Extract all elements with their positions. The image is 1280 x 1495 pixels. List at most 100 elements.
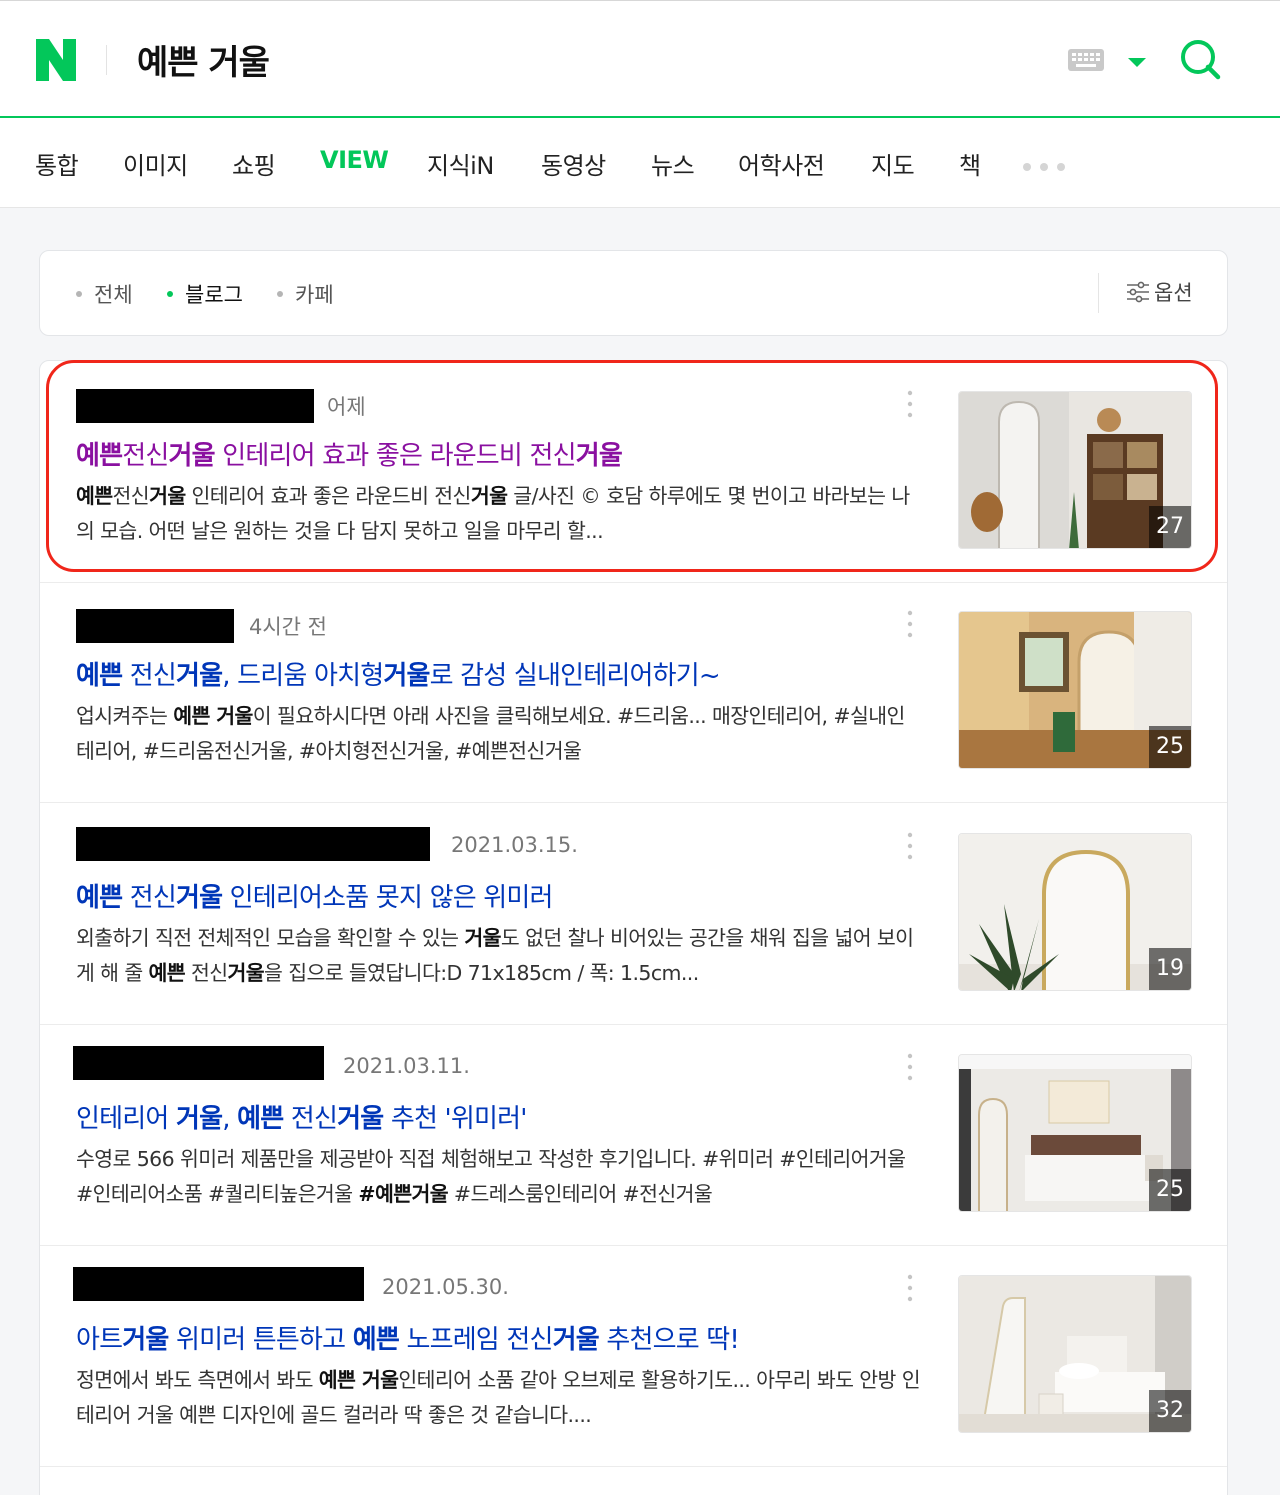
search-query[interactable]: 예쁜 거울: [137, 35, 270, 84]
keyword-highlight: 예쁜: [352, 1325, 400, 1355]
text-segment: 전신: [112, 484, 150, 508]
kebab-menu-icon[interactable]: [906, 1273, 914, 1303]
keyword-highlight: 예쁜 거울: [318, 1368, 399, 1392]
keyword-highlight: 거울: [575, 441, 623, 471]
sliders-icon: [1127, 281, 1149, 303]
keyword-highlight: 거울: [552, 1325, 600, 1355]
result-thumbnail[interactable]: 27: [958, 391, 1192, 549]
text-segment: 을 집으로 들였답니다:D 71x185cm / 폭: 1.5cm...: [264, 961, 699, 985]
tab-knowledge-in[interactable]: 지식iN: [427, 146, 494, 181]
result-thumbnail[interactable]: 25: [958, 611, 1192, 769]
filter-divider: [1098, 273, 1099, 313]
kebab-menu-icon[interactable]: [906, 389, 914, 419]
results-list: 어제 예쁜전신거울 인테리어 효과 좋은 라운드비 전신거울 예쁜전신거울 인테…: [39, 360, 1228, 1495]
keyword-highlight: #예쁜거울: [358, 1182, 448, 1206]
options-label: 옵션: [1154, 281, 1193, 305]
result-title[interactable]: 아트거울 위미러 튼튼하고 예쁜 노프레임 전신거울 추천으로 딱!: [76, 1319, 740, 1356]
caret-down-icon[interactable]: [1127, 54, 1147, 67]
result-title[interactable]: 예쁜전신거울 인테리어 효과 좋은 라운드비 전신거울: [76, 435, 623, 472]
keyword-highlight: 거울: [383, 661, 430, 691]
tab-view[interactable]: VIEW: [320, 146, 389, 174]
keyword-highlight: 거울: [464, 926, 501, 950]
options-button[interactable]: 옵션: [1126, 277, 1193, 307]
image-count-badge: 27: [1149, 506, 1191, 548]
text-segment: 정면에서 봐도 측면에서 봐도: [76, 1368, 319, 1392]
text-segment: 인테리어: [76, 1104, 176, 1134]
text-segment: 전신: [122, 441, 169, 471]
post-date: 2021.05.30.: [382, 1275, 509, 1299]
keyword-highlight: 거울: [122, 1325, 169, 1355]
bullet-icon: [76, 291, 82, 297]
tab-video[interactable]: 동영상: [541, 146, 606, 181]
kebab-menu-icon[interactable]: [906, 831, 914, 861]
result-description: 수영로 566 위미러 제품만을 제공받아 직접 체험해보고 작성한 후기입니다…: [76, 1142, 921, 1212]
text-segment: 인테리어 효과 좋은 라운드비 전신: [214, 441, 576, 471]
result-title[interactable]: 예쁜 전신거울 인테리어소품 못지 않은 위미러: [76, 877, 553, 914]
tab-image[interactable]: 이미지: [123, 146, 188, 181]
text-segment: , 드리움 아치형: [222, 661, 384, 691]
result-item: 2021.05.30. 아트거울 위미러 튼튼하고 예쁜 노프레임 전신거울 추…: [40, 1245, 1227, 1467]
redacted-author: [76, 827, 430, 861]
tab-integrated[interactable]: 통합: [35, 146, 79, 181]
post-date: 어제: [327, 395, 366, 419]
result-description: 업시켜주는 예쁜 거울이 필요하시다면 아래 사진을 클릭해보세요. #드리움.…: [76, 699, 921, 769]
keyword-highlight: 예쁜: [237, 1104, 284, 1134]
text-segment: #드레스룸인테리어 #전신거울: [448, 1182, 713, 1206]
redacted-author: [76, 609, 234, 643]
tab-news[interactable]: 뉴스: [651, 146, 695, 181]
keyword-highlight: 거울: [227, 961, 265, 985]
tab-map[interactable]: 지도: [871, 146, 915, 181]
kebab-menu-icon[interactable]: [906, 1052, 914, 1082]
filter-all[interactable]: 전체: [76, 279, 133, 309]
header-divider: [106, 45, 107, 75]
search-icon[interactable]: [1178, 37, 1224, 83]
search-header: 예쁜 거울: [0, 0, 1280, 118]
keyword-highlight: 예쁜: [76, 661, 123, 691]
filter-bar: 전체 블로그 카페 옵션: [39, 250, 1228, 336]
result-item: 2021.03.15. 예쁜 전신거울 인테리어소품 못지 않은 위미러 외출하…: [40, 803, 1227, 1025]
result-description: 예쁜전신거울 인테리어 효과 좋은 라운드비 전신거울 글/사진 © 호담 하루…: [76, 479, 921, 549]
keyword-highlight: 예쁜 거울: [173, 704, 253, 728]
tab-shopping[interactable]: 쇼핑: [232, 146, 276, 181]
result-thumbnail[interactable]: 19: [958, 833, 1192, 991]
search-tabs: 통합 이미지 쇼핑 VIEW 지식iN 동영상 뉴스 어학사전 지도 책: [0, 118, 1280, 208]
result-item-next: [40, 1466, 1227, 1495]
text-segment: 외출하기 직전 전체적인 모습을 확인할 수 있는: [76, 926, 465, 950]
more-dots-icon[interactable]: [1022, 158, 1066, 171]
post-date: 4시간 전: [249, 615, 327, 639]
result-thumbnail[interactable]: 32: [958, 1275, 1192, 1433]
result-thumbnail[interactable]: 25: [958, 1054, 1192, 1212]
tab-dictionary[interactable]: 어학사전: [738, 146, 825, 181]
bullet-icon: [277, 291, 283, 297]
text-segment: 전신: [283, 1104, 338, 1134]
text-segment: 인테리어소품 못지 않은 위미러: [222, 883, 554, 913]
keyboard-icon[interactable]: [1067, 48, 1105, 72]
result-description: 외출하기 직전 전체적인 모습을 확인할 수 있는 거울도 없던 찰나 비어있는…: [76, 921, 921, 991]
keyword-highlight: 거울: [175, 1104, 223, 1134]
result-item: 4시간 전 예쁜 전신거울, 드리움 아치형거울로 감성 실내인테리어하기~ 업…: [40, 581, 1227, 803]
image-count-badge: 19: [1149, 948, 1191, 990]
keyword-highlight: 거울: [168, 441, 216, 471]
post-date: 2021.03.15.: [451, 833, 578, 857]
keyword-highlight: 예쁜: [148, 961, 186, 985]
filter-blog-label: 블로그: [185, 283, 243, 307]
result-title[interactable]: 인테리어 거울, 예쁜 전신거울 추천 '위미러': [76, 1098, 527, 1135]
keyword-highlight: 거울: [337, 1104, 384, 1134]
filter-cafe[interactable]: 카페: [277, 279, 334, 309]
text-segment: 로 감성 실내인테리어하기~: [429, 661, 721, 691]
text-segment: 추천 '위미러': [383, 1104, 528, 1134]
image-count-badge: 32: [1149, 1390, 1191, 1432]
kebab-menu-icon[interactable]: [906, 609, 914, 639]
keyword-highlight: 거울: [470, 484, 508, 508]
text-segment: 전신: [122, 883, 177, 913]
naver-logo[interactable]: [36, 39, 76, 81]
text-segment: 업시켜주는: [76, 704, 174, 728]
keyword-highlight: 예쁜: [76, 441, 123, 471]
tab-book[interactable]: 책: [959, 146, 981, 181]
result-item: 2021.03.11. 인테리어 거울, 예쁜 전신거울 추천 '위미러' 수영…: [40, 1024, 1227, 1246]
filter-blog[interactable]: 블로그: [167, 279, 243, 309]
text-segment: 노프레임 전신: [398, 1325, 553, 1355]
result-description: 정면에서 봐도 측면에서 봐도 예쁜 거울인테리어 소품 같아 오브제로 활용하…: [76, 1363, 921, 1433]
filter-cafe-label: 카페: [295, 283, 334, 307]
result-title[interactable]: 예쁜 전신거울, 드리움 아치형거울로 감성 실내인테리어하기~: [76, 655, 721, 692]
